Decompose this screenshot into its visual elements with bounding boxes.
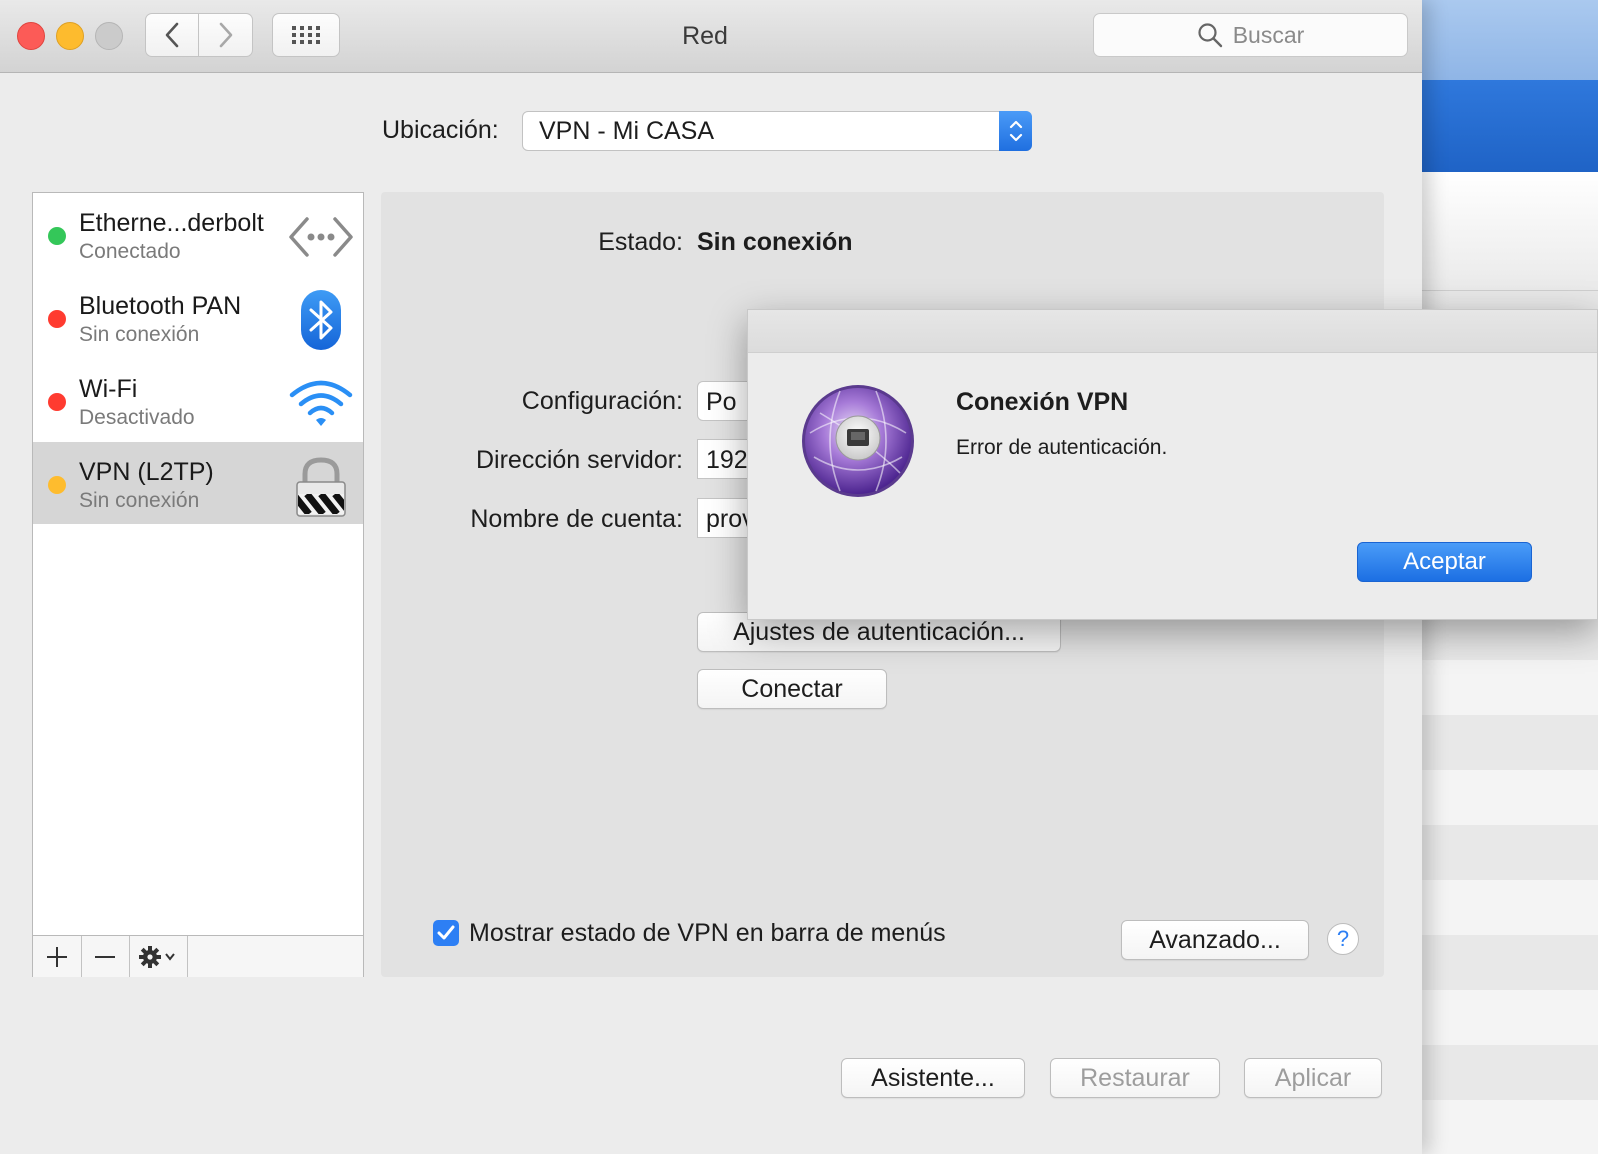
status-dot-red <box>48 310 66 328</box>
location-value: VPN - Mi CASA <box>539 117 715 145</box>
service-status: Desactivado <box>79 406 195 429</box>
status-dot-red <box>48 393 66 411</box>
location-stepper[interactable] <box>999 111 1032 151</box>
show-vpn-status-label[interactable]: Mostrar estado de VPN en barra de menús <box>469 919 946 948</box>
service-name: Wi-Fi <box>79 375 138 403</box>
service-item-vpn[interactable]: VPN (L2TP) Sin conexión <box>33 442 363 524</box>
configuration-label: Configuración: <box>521 387 683 415</box>
account-name-label: Nombre de cuenta: <box>470 505 683 533</box>
search-field[interactable]: Buscar <box>1093 13 1408 57</box>
server-address-label: Dirección servidor: <box>475 446 683 474</box>
accept-button[interactable]: Aceptar <box>1357 542 1532 582</box>
advanced-button[interactable]: Avanzado... <box>1121 920 1309 960</box>
alert-title-bar <box>748 310 1597 353</box>
service-name: Etherne...derbolt <box>79 209 264 237</box>
assistant-button[interactable]: Asistente... <box>841 1058 1025 1098</box>
service-item-wifi[interactable]: Wi-Fi Desactivado <box>33 359 363 441</box>
service-item-ethernet[interactable]: Etherne...derbolt Conectado <box>33 193 363 275</box>
status-dot-yellow <box>48 476 66 494</box>
search-placeholder: Buscar <box>1232 21 1305 48</box>
apply-button[interactable]: Aplicar <box>1244 1058 1382 1098</box>
checkmark-icon <box>437 925 455 940</box>
help-button[interactable]: ? <box>1327 923 1359 955</box>
chevron-updown-icon <box>1009 120 1022 142</box>
connect-button[interactable]: Conectar <box>697 669 887 709</box>
service-name: Bluetooth PAN <box>79 292 242 320</box>
location-select[interactable]: VPN - Mi CASA <box>522 111 1032 151</box>
alert-message: Error de autenticación. <box>956 436 1168 459</box>
remove-service-button[interactable] <box>81 936 130 977</box>
background-blue-top <box>1422 0 1598 80</box>
service-item-bluetooth[interactable]: Bluetooth PAN Sin conexión <box>33 276 363 358</box>
minus-icon <box>95 955 115 958</box>
vpn-error-alert: Conexión VPN Error de autenticación. Ace… <box>747 309 1598 620</box>
background-fade <box>1422 172 1598 291</box>
network-globe-icon <box>802 385 914 497</box>
add-service-button[interactable] <box>33 936 82 977</box>
search-icon <box>1198 23 1222 48</box>
plus-icon <box>47 946 67 967</box>
location-label: Ubicación: <box>382 116 499 144</box>
ethernet-icon <box>289 217 353 257</box>
show-vpn-status-checkbox[interactable] <box>433 920 459 946</box>
vpn-lock-icon <box>296 457 346 517</box>
service-list: Etherne...derbolt Conectado Bluetooth PA… <box>32 192 364 977</box>
status-dot-green <box>48 227 66 245</box>
background-blue-band <box>1422 80 1598 172</box>
wifi-icon <box>289 380 353 426</box>
service-status: Sin conexión <box>79 489 200 512</box>
action-menu-button[interactable] <box>129 936 188 977</box>
status-label: Estado: <box>598 228 683 256</box>
service-status: Sin conexión <box>79 323 200 346</box>
bluetooth-icon <box>301 290 341 350</box>
service-name: VPN (L2TP) <box>79 458 214 486</box>
gear-icon <box>139 945 175 968</box>
revert-button[interactable]: Restaurar <box>1050 1058 1220 1098</box>
service-status: Conectado <box>79 240 181 263</box>
status-value: Sin conexión <box>697 228 853 256</box>
title-bar: Red Buscar <box>0 0 1422 73</box>
alert-title: Conexión VPN <box>956 388 1129 416</box>
service-list-toolbar <box>33 935 363 977</box>
